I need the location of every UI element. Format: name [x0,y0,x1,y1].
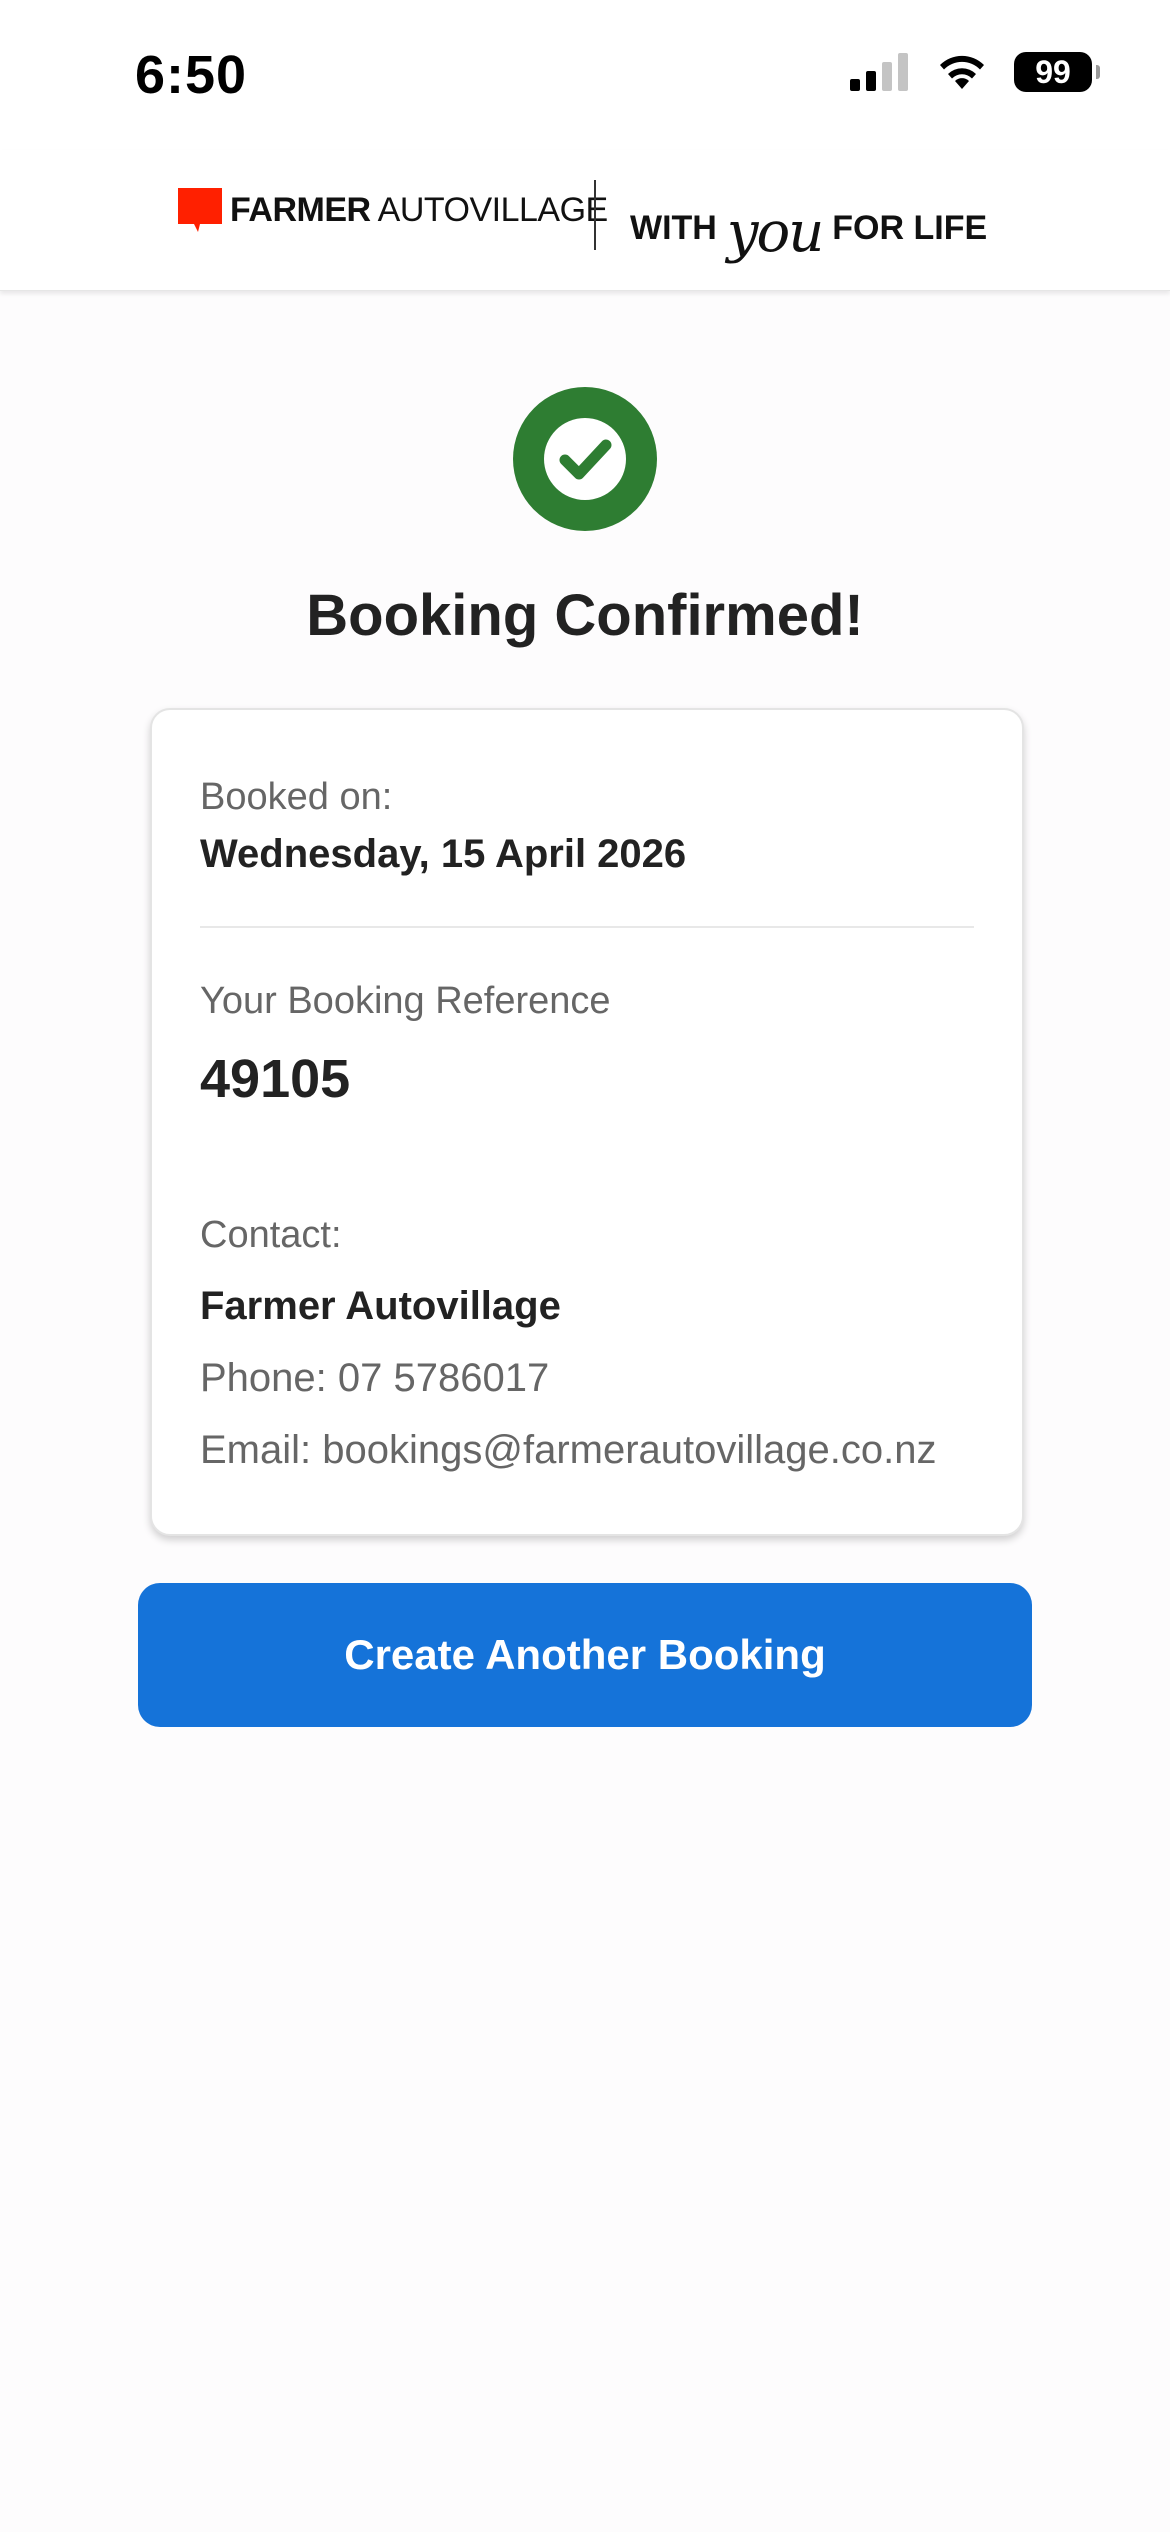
brand-name-regular: AUTOVILLAGE [377,190,609,229]
speech-bubble-logo-icon [178,188,222,232]
tagline-after: FOR LIFE [832,209,988,247]
contact-email[interactable]: Email: bookings@farmerautovillage.co.nz [200,1428,937,1473]
booked-on-value: Wednesday, 15 April 2026 [200,832,687,876]
card-divider [200,926,974,928]
booking-details-card: Booked on: Wednesday, 15 April 2026 Your… [150,708,1024,1536]
brand-name: FARMER AUTOVILLAGE [230,191,608,230]
booking-reference-label: Your Booking Reference [200,980,611,1022]
contact-phone[interactable]: Phone: 07 5786017 [200,1356,549,1401]
booked-on-label: Booked on: [200,776,393,818]
tagline-before: WITH [630,209,717,247]
wifi-icon [940,55,984,89]
battery-icon: 99 [1014,52,1100,92]
status-icons: 99 [850,52,1100,92]
app-header: FARMER AUTOVILLAGE WITH you FOR LIFE [0,150,1170,291]
tagline-script: you [726,200,824,265]
tagline: WITH you FOR LIFE [630,196,988,265]
create-another-booking-button[interactable]: Create Another Booking [138,1583,1032,1727]
booking-reference-value: 49105 [200,1049,351,1109]
header-divider [594,180,596,250]
page-title: Booking Confirmed! [306,583,864,648]
cellular-signal-icon [850,53,908,91]
check-circle-icon [513,387,657,531]
contact-name: Farmer Autovillage [200,1284,561,1328]
brand-logo[interactable]: FARMER AUTOVILLAGE [178,188,608,232]
status-time: 6:50 [135,45,248,105]
contact-label: Contact: [200,1214,342,1256]
brand-name-bold: FARMER [230,190,371,229]
status-bar: 6:50 99 [0,0,1170,150]
